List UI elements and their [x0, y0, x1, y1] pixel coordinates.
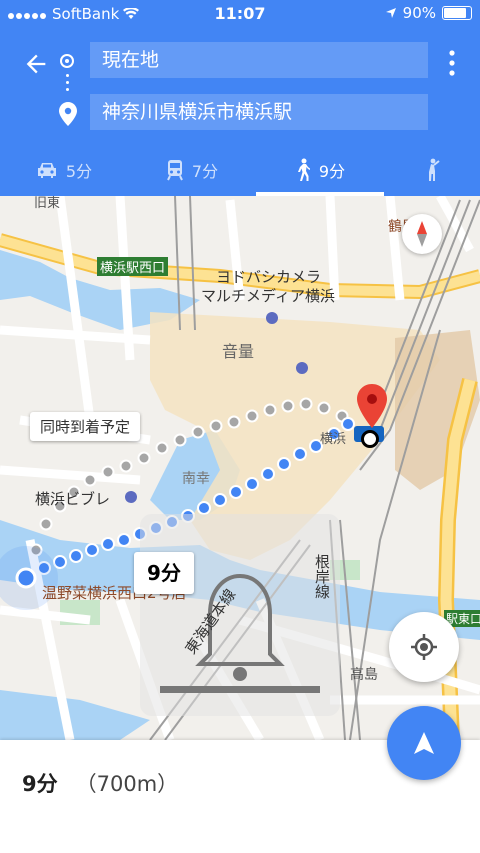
walk-icon: [297, 158, 310, 181]
compass-button[interactable]: [402, 214, 442, 254]
label-yodobashi-2: マルチメディア横浜: [201, 287, 335, 305]
label-yokohama: 横浜: [320, 432, 347, 447]
route-time-callout[interactable]: 9分: [134, 552, 194, 594]
origin-dot-icon: [60, 54, 74, 68]
tab-transit-label: 7分: [191, 162, 219, 181]
label-yodobashi-1: ヨドバシカメラ: [216, 268, 322, 286]
simultaneous-arrival-callout[interactable]: 同時到着予定: [30, 412, 141, 441]
compass-icon: [417, 221, 427, 247]
battery-label: 90%: [402, 4, 436, 22]
status-bar: SoftBank 11:07 90%: [0, 0, 480, 28]
tab-walking-label: 9分: [318, 162, 346, 181]
route-summary: 9分 （700m）: [22, 768, 178, 798]
ride-icon: [429, 158, 440, 181]
route-distance: （700m）: [75, 772, 179, 796]
tab-transit[interactable]: 7分: [128, 144, 256, 196]
bell-icon: [160, 573, 320, 693]
label-takashima: 高島: [350, 667, 378, 683]
route-connector-icon: [66, 74, 69, 96]
label-volume: 音量: [222, 342, 255, 361]
label-nanko: 南幸: [182, 471, 210, 487]
car-icon: [37, 163, 56, 178]
label-negishi: 根岸線: [313, 554, 331, 599]
destination-field[interactable]: 神奈川県横浜市横浜駅: [90, 94, 428, 130]
more-vert-icon[interactable]: [446, 48, 458, 78]
my-location-icon: [411, 634, 437, 660]
back-arrow-icon[interactable]: [22, 50, 50, 78]
tab-walking[interactable]: 9分: [256, 144, 384, 196]
destination-station-icon: [361, 430, 379, 448]
volume-overlay: [140, 514, 340, 716]
destination-pin-icon: [59, 102, 77, 126]
tab-driving[interactable]: 5分: [0, 144, 128, 196]
label-yokohama-west: 横浜駅西口: [97, 257, 169, 276]
start-navigation-button[interactable]: [387, 706, 461, 780]
label-kyuto: 旧東: [34, 196, 61, 211]
label-vivre: 横浜ビブレ: [35, 490, 111, 508]
navigation-arrow-icon: [414, 732, 434, 754]
location-arrow-icon: [385, 8, 396, 18]
destination-marker-icon[interactable]: [357, 384, 387, 428]
my-location-button[interactable]: [389, 612, 459, 682]
train-icon: [167, 160, 183, 181]
status-right: 90%: [385, 4, 472, 22]
tab-ride[interactable]: [384, 144, 480, 196]
tab-driving-label: 5分: [65, 162, 93, 181]
origin-field[interactable]: 現在地: [90, 42, 428, 78]
battery-icon: [442, 6, 472, 20]
route-duration: 9分: [22, 772, 58, 796]
directions-header: 現在地 神奈川県横浜市横浜駅 5分 7分 9分: [0, 28, 480, 196]
travel-mode-tabs: 5分 7分 9分: [0, 144, 480, 196]
